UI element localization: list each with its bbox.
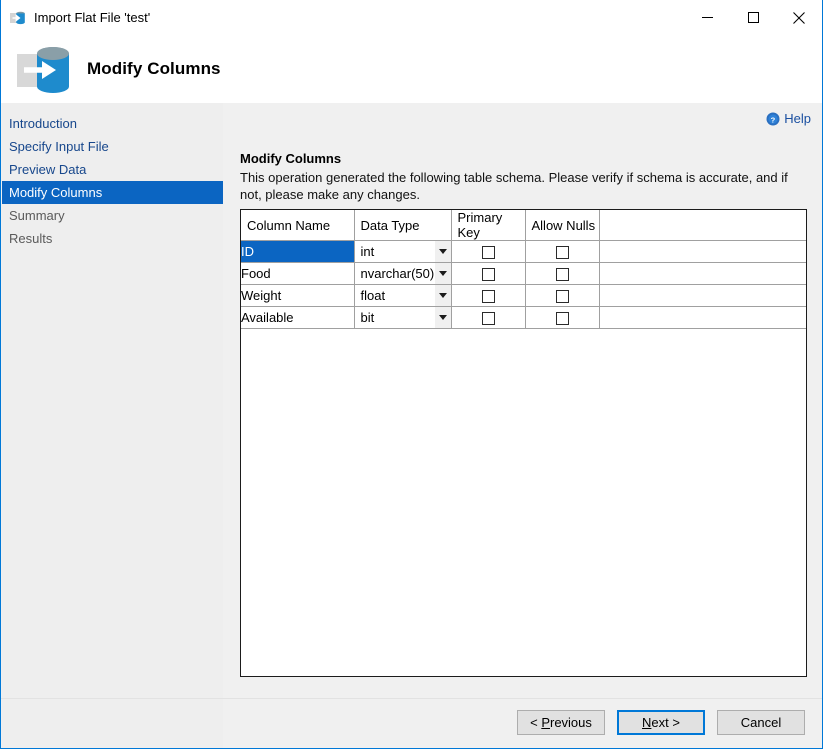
data-type-combobox[interactable]: int [355, 241, 451, 262]
previous-label: < Previous [530, 715, 592, 730]
cell-column-name[interactable]: ID [241, 241, 354, 263]
next-button[interactable]: Next > [617, 710, 705, 735]
maximize-button[interactable] [730, 0, 776, 35]
close-button[interactable] [776, 0, 822, 35]
section-description: This operation generated the following t… [240, 169, 806, 203]
cell-allow-nulls[interactable] [525, 263, 599, 285]
sidebar-item-preview-data[interactable]: Preview Data [2, 158, 223, 181]
table-row[interactable]: Available bit [241, 307, 806, 329]
primary-key-checkbox[interactable] [482, 312, 495, 325]
data-type-combobox[interactable]: float [355, 285, 451, 306]
chevron-down-icon[interactable] [435, 285, 451, 306]
sidebar-item-summary[interactable]: Summary [2, 204, 223, 227]
cell-primary-key[interactable] [451, 263, 525, 285]
cell-data-type[interactable]: int [354, 241, 451, 263]
help-label: Help [784, 111, 811, 126]
cell-column-name[interactable]: Food [241, 263, 354, 285]
table-row[interactable]: Weight float [241, 285, 806, 307]
data-type-value: int [355, 241, 435, 262]
help-circle-icon: ? [766, 112, 780, 126]
data-type-combobox[interactable]: nvarchar(50) [355, 263, 451, 284]
table-row[interactable]: ID int [241, 241, 806, 263]
next-label: Next > [642, 715, 680, 730]
cell-allow-nulls[interactable] [525, 241, 599, 263]
cell-filler [599, 263, 806, 285]
cancel-button[interactable]: Cancel [717, 710, 805, 735]
dialog-header: Modify Columns [1, 35, 822, 103]
sidebar-item-introduction[interactable]: Introduction [2, 112, 223, 135]
cell-primary-key[interactable] [451, 241, 525, 263]
title-bar: Import Flat File 'test' [1, 0, 822, 35]
allow-nulls-checkbox[interactable] [556, 246, 569, 259]
cell-allow-nulls[interactable] [525, 307, 599, 329]
data-type-value: float [355, 285, 435, 306]
import-flat-file-icon [10, 10, 26, 26]
chevron-down-icon[interactable] [435, 307, 451, 328]
allow-nulls-checkbox[interactable] [556, 290, 569, 303]
cell-allow-nulls[interactable] [525, 285, 599, 307]
schema-table: Column Name Data Type Primary Key Allow … [241, 210, 806, 329]
data-type-value: nvarchar(50) [355, 263, 435, 284]
wizard-sidebar: Introduction Specify Input File Preview … [2, 103, 223, 748]
cell-data-type[interactable]: nvarchar(50) [354, 263, 451, 285]
chevron-down-icon[interactable] [435, 263, 451, 284]
cell-column-name[interactable]: Available [241, 307, 354, 329]
import-flat-file-dialog: Import Flat File 'test' [0, 0, 823, 749]
data-type-value: bit [355, 307, 435, 328]
column-header-allow-nulls[interactable]: Allow Nulls [525, 210, 599, 241]
cell-filler [599, 241, 806, 263]
window-title: Import Flat File 'test' [34, 10, 150, 25]
allow-nulls-checkbox[interactable] [556, 312, 569, 325]
database-import-icon [15, 40, 73, 98]
primary-key-checkbox[interactable] [482, 268, 495, 281]
column-header-primary-key[interactable]: Primary Key [451, 210, 525, 241]
cell-primary-key[interactable] [451, 285, 525, 307]
previous-button[interactable]: < Previous [517, 710, 605, 735]
section-heading: Modify Columns [240, 151, 341, 166]
data-type-combobox[interactable]: bit [355, 307, 451, 328]
cell-data-type[interactable]: bit [354, 307, 451, 329]
cell-filler [599, 285, 806, 307]
cell-data-type[interactable]: float [354, 285, 451, 307]
primary-key-checkbox[interactable] [482, 290, 495, 303]
window-controls [684, 0, 822, 35]
page-title: Modify Columns [87, 59, 221, 79]
sidebar-item-specify-input-file[interactable]: Specify Input File [2, 135, 223, 158]
column-header-filler [599, 210, 806, 241]
chevron-down-icon[interactable] [435, 241, 451, 262]
help-link[interactable]: ? Help [766, 111, 811, 126]
content-panel: ? Help Modify Columns This operation gen… [224, 103, 821, 748]
sidebar-item-results[interactable]: Results [2, 227, 223, 250]
cell-primary-key[interactable] [451, 307, 525, 329]
column-header-data-type[interactable]: Data Type [354, 210, 451, 241]
allow-nulls-checkbox[interactable] [556, 268, 569, 281]
cell-column-name[interactable]: Weight [241, 285, 354, 307]
footer-divider [1, 698, 822, 699]
table-header-row: Column Name Data Type Primary Key Allow … [241, 210, 806, 241]
cell-filler [599, 307, 806, 329]
sidebar-item-modify-columns[interactable]: Modify Columns [2, 181, 223, 204]
minimize-button[interactable] [684, 0, 730, 35]
table-row[interactable]: Food nvarchar(50) [241, 263, 806, 285]
column-header-column-name[interactable]: Column Name [241, 210, 354, 241]
svg-text:?: ? [771, 115, 776, 124]
schema-grid[interactable]: Column Name Data Type Primary Key Allow … [240, 209, 807, 677]
dialog-buttons: < Previous Next > Cancel [517, 710, 805, 735]
primary-key-checkbox[interactable] [482, 246, 495, 259]
